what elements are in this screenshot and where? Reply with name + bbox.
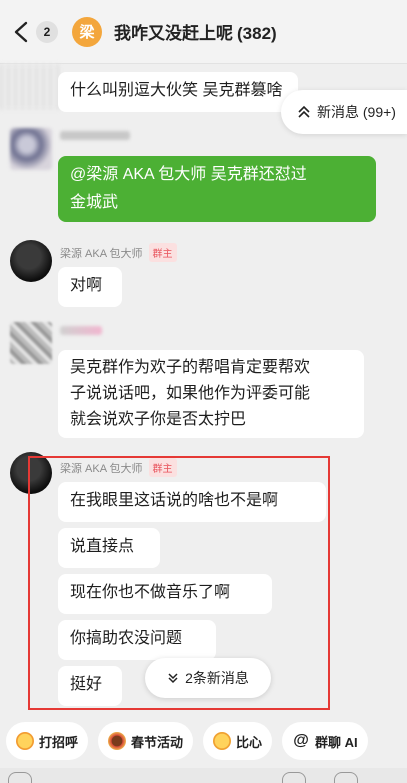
quick-action-label: 比心 bbox=[236, 734, 263, 750]
avatar[interactable] bbox=[10, 240, 52, 282]
chat-header: 2 梁 我咋又没赶上呢 (382) bbox=[0, 0, 407, 64]
message-bubble-sent[interactable]: @梁源 AKA 包大师 吴克群还怼过 金城武 bbox=[58, 156, 376, 222]
message-bubble[interactable]: 对啊 bbox=[58, 267, 122, 307]
double-chevron-up-icon bbox=[298, 105, 310, 118]
avatar[interactable] bbox=[10, 322, 52, 364]
message-text: 什么叫别逗大伙笑 吴克群篡啥 bbox=[70, 82, 283, 99]
plus-icon[interactable] bbox=[334, 772, 358, 783]
sender-name-text: 梁源 AKA 包大师 bbox=[60, 248, 143, 260]
message-bubble[interactable]: 什么叫别逗大伙笑 吴克群篡啥 bbox=[58, 72, 298, 112]
message-text: 对啊 bbox=[70, 277, 103, 294]
new-messages-indicator[interactable]: 新消息 (99+) bbox=[281, 90, 407, 134]
quick-action-ai[interactable]: @ 群聊 AI bbox=[282, 722, 368, 760]
sender-name: 梁源 AKA 包大师 群主 bbox=[60, 243, 177, 262]
group-avatar[interactable]: 梁 bbox=[72, 16, 102, 47]
member-count: (382) bbox=[237, 24, 277, 43]
quick-action-greet[interactable]: 打招呼 bbox=[6, 722, 89, 760]
blurred-sender-name bbox=[60, 131, 130, 140]
message-text: 吴克群作为欢子的帮唱肯定要帮欢 bbox=[70, 359, 311, 376]
quick-action-heart[interactable]: 比心 bbox=[203, 722, 273, 760]
chat-title[interactable]: 我咋又没赶上呢 (382) bbox=[114, 19, 277, 44]
wave-emoji-icon bbox=[16, 732, 34, 750]
festival-icon bbox=[108, 732, 127, 750]
blurred-sender-name bbox=[60, 326, 102, 335]
quick-action-label: 打招呼 bbox=[39, 734, 79, 750]
back-arrow-icon bbox=[14, 21, 28, 42]
unread-count-badge[interactable]: 2 bbox=[36, 20, 58, 43]
double-chevron-down-icon bbox=[168, 673, 178, 684]
input-toolbar bbox=[0, 768, 407, 783]
avatar[interactable] bbox=[10, 128, 52, 170]
message-text: @梁源 AKA 包大师 吴克群还怼过 bbox=[70, 166, 307, 183]
owner-badge: 群主 bbox=[148, 243, 177, 262]
new-messages-label: 新消息 (99+) bbox=[317, 104, 396, 120]
group-name: 我咋又没赶上呢 bbox=[114, 24, 233, 43]
blurred-avatar bbox=[0, 64, 60, 110]
message-bubble[interactable]: 吴克群作为欢子的帮唱肯定要帮欢 子说说话吧，如果他作为评委可能 就会说欢子你是否… bbox=[58, 350, 364, 438]
heart-hands-icon bbox=[213, 732, 232, 750]
message-text: 金城武 bbox=[70, 194, 119, 211]
quick-action-festival[interactable]: 春节活动 bbox=[98, 722, 194, 760]
quick-action-label: 群聊 AI bbox=[315, 734, 358, 750]
emoji-icon[interactable] bbox=[282, 772, 306, 783]
quick-action-label: 春节活动 bbox=[131, 734, 184, 750]
back-button[interactable] bbox=[6, 12, 36, 52]
quick-actions-bar: 打招呼 春节活动 比心 @ 群聊 AI bbox=[0, 722, 407, 766]
new-messages-pill[interactable]: 2条新消息 bbox=[145, 658, 271, 698]
voice-icon[interactable] bbox=[8, 772, 32, 783]
message-text: 子说说话吧，如果他作为评委可能 bbox=[70, 385, 311, 402]
new-messages-count-label: 2条新消息 bbox=[185, 670, 249, 686]
message-text: 就会说欢子你是否太拧巴 bbox=[70, 411, 247, 428]
at-icon: @ bbox=[293, 732, 309, 749]
